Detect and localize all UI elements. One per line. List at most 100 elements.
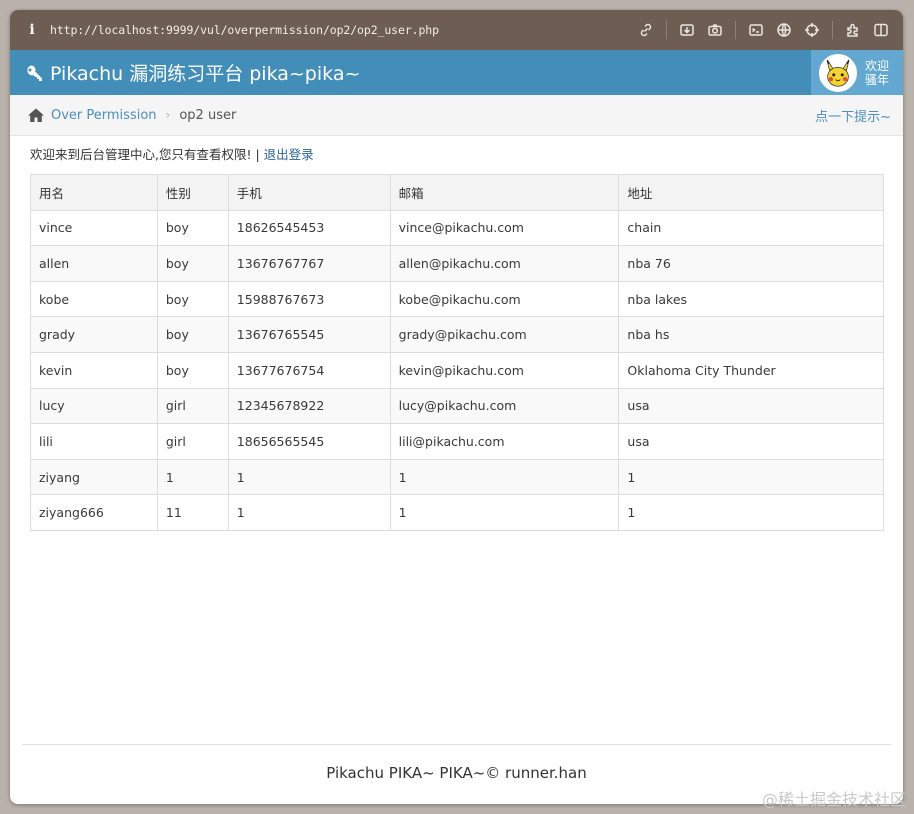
toolbar-separator [666,21,667,39]
hint-link[interactable]: 点一下提示~ [815,106,891,125]
save-page-icon[interactable] [673,16,701,44]
cell-gender: 11 [156,494,229,531]
table-row: ziyang 1 1 1 1 [30,458,884,496]
terminal-icon[interactable] [742,16,770,44]
brand-link[interactable]: Pikachu 漏洞练习平台 pika~pika~ [24,59,360,86]
cell-phone: 1 [227,458,391,496]
column-header-username: 用名 [30,174,158,211]
cell-email: kevin@pikachu.com [389,351,620,389]
cell-username: grady [30,316,158,353]
breadcrumb-current: op2 user [179,107,237,123]
greeting-line2: 骚年 [865,72,890,87]
cell-phone: 13677676754 [227,351,391,389]
cell-email: grady@pikachu.com [389,316,620,353]
table-header-row: 用名 性别 手机 邮箱 地址 [30,174,884,211]
cell-address: 1 [618,494,884,531]
logout-link[interactable]: 退出登录 [264,147,314,162]
table-row: kobe boy 15988767673 kobe@pikachu.com nb… [30,280,884,318]
table-row: lili girl 18656565545 lili@pikachu.com u… [30,423,884,460]
cell-gender: girl [156,387,229,425]
user-menu[interactable]: 欢迎 骚年 [811,50,903,95]
toolbar-icons [632,10,895,50]
cell-phone: 18656565545 [227,423,391,460]
cell-gender: boy [156,351,229,389]
table-row: grady boy 13676765545 grady@pikachu.com … [30,316,884,353]
watermark: @稀土掘金技术社区 [761,790,906,809]
home-icon[interactable] [27,107,45,123]
cell-username: ziyang [30,458,158,496]
greeting-line1: 欢迎 [865,58,890,73]
sidebar-toggle-icon[interactable] [867,16,895,44]
table-row: kevin boy 13677676754 kevin@pikachu.com … [30,351,884,389]
cell-phone: 15988767673 [227,280,391,318]
user-greeting: 欢迎 骚年 [865,59,889,87]
toolbar-separator [735,21,736,39]
browser-toolbar: i http://localhost:9999/vul/overpermissi… [10,10,903,50]
table-row: vince boy 18626545453 vince@pikachu.com … [30,209,884,247]
cell-email: allen@pikachu.com [389,245,620,282]
app-navbar: Pikachu 漏洞练习平台 pika~pika~ 欢迎 骚年 [10,50,903,95]
cell-address: Oklahoma City Thunder [618,351,884,389]
cell-email: 1 [389,458,620,496]
breadcrumb-separator-icon: › [165,108,171,122]
cell-address: usa [618,423,884,460]
cell-gender: boy [156,316,229,353]
key-icon [27,65,42,81]
cell-phone: 13676767767 [227,245,391,282]
address-bar[interactable]: http://localhost:9999/vul/overpermission… [50,23,439,37]
page-footer: Pikachu PIKA~ PIKA~© runner.han [22,744,891,782]
column-header-gender: 性别 [156,174,229,211]
cell-address: nba 76 [618,245,884,282]
cell-gender: boy [156,280,229,318]
browser-window: i http://localhost:9999/vul/overpermissi… [10,10,903,804]
footer-text: Pikachu PIKA~ PIKA~© runner.han [326,764,587,782]
cell-address: nba lakes [618,280,884,318]
column-header-phone: 手机 [227,174,391,211]
cell-gender: 1 [156,458,229,496]
cell-email: kobe@pikachu.com [389,280,620,318]
welcome-message: 欢迎来到后台管理中心,您只有查看权限! | 退出登录 [30,146,883,164]
cell-username: kobe [30,280,158,318]
cell-phone: 13676765545 [227,316,391,353]
cell-username: lili [30,423,158,460]
cell-email: 1 [389,494,620,531]
cell-address: usa [618,387,884,425]
breadcrumb: Over Permission › op2 user 点一下提示~ [10,95,903,136]
cell-phone: 1 [227,494,391,531]
table-row: lucy girl 12345678922 lucy@pikachu.com u… [30,387,884,425]
info-icon[interactable]: i [22,22,42,38]
column-header-email: 邮箱 [389,174,620,211]
table-row: ziyang666 11 1 1 1 [30,494,884,531]
crosshair-icon[interactable] [798,16,826,44]
cell-username: kevin [30,351,158,389]
table-row: allen boy 13676767767 allen@pikachu.com … [30,245,884,282]
column-header-address: 地址 [618,174,884,211]
cell-gender: boy [156,209,229,247]
cell-phone: 18626545453 [227,209,391,247]
toolbar-separator [832,21,833,39]
cell-phone: 12345678922 [227,387,391,425]
brand-title: Pikachu 漏洞练习平台 pika~pika~ [50,63,361,85]
cell-gender: girl [156,423,229,460]
welcome-text: 欢迎来到后台管理中心,您只有查看权限! | [30,147,264,162]
page-content: 欢迎来到后台管理中心,您只有查看权限! | 退出登录 用名 性别 手机 邮箱 地… [10,136,903,531]
pikachu-avatar [819,53,857,92]
link-icon[interactable] [632,16,660,44]
cell-gender: boy [156,245,229,282]
cell-username: lucy [30,387,158,425]
cell-email: vince@pikachu.com [389,209,620,247]
cell-username: allen [30,245,158,282]
cell-email: lili@pikachu.com [389,423,620,460]
cell-address: chain [618,209,884,247]
camera-icon[interactable] [701,16,729,44]
cell-username: vince [30,209,158,247]
cell-username: ziyang666 [30,494,158,531]
cell-address: nba hs [618,316,884,353]
globe-icon[interactable] [770,16,798,44]
cell-address: 1 [618,458,884,496]
cell-email: lucy@pikachu.com [389,387,620,425]
pikachu-icon [826,58,850,87]
user-table: 用名 性别 手机 邮箱 地址 vince boy 18626545453 vin… [30,174,884,531]
breadcrumb-over-permission[interactable]: Over Permission [51,108,157,123]
extensions-icon[interactable] [839,16,867,44]
